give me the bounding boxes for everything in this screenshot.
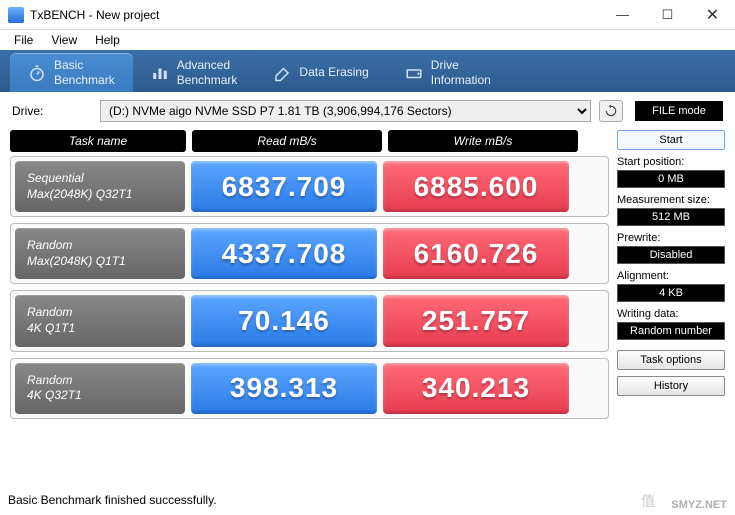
align-value[interactable]: 4 KB bbox=[617, 284, 725, 302]
startpos-label: Start position: bbox=[617, 156, 725, 168]
minimize-button[interactable]: — bbox=[600, 0, 645, 30]
read-value: 398.313 bbox=[191, 363, 377, 414]
msize-label: Measurement size: bbox=[617, 194, 725, 206]
status-text: Basic Benchmark finished successfully. bbox=[8, 493, 217, 507]
tab-data-erasing[interactable]: Data Erasing bbox=[255, 53, 386, 92]
drive-select[interactable]: (D:) NVMe aigo NVMe SSD P7 1.81 TB (3,90… bbox=[100, 100, 591, 122]
app-icon bbox=[8, 7, 24, 23]
write-value: 6160.726 bbox=[383, 228, 569, 279]
read-value: 4337.708 bbox=[191, 228, 377, 279]
start-button[interactable]: Start bbox=[617, 130, 725, 150]
table-row: Random4K Q32T1 398.313 340.213 bbox=[10, 358, 609, 419]
prewrite-value[interactable]: Disabled bbox=[617, 246, 725, 264]
table-row: RandomMax(2048K) Q1T1 4337.708 6160.726 bbox=[10, 223, 609, 284]
drive-row: Drive: (D:) NVMe aigo NVMe SSD P7 1.81 T… bbox=[0, 92, 735, 130]
msize-value[interactable]: 512 MB bbox=[617, 208, 725, 226]
watermark-text: SMYZ.NET bbox=[671, 499, 727, 511]
write-value: 340.213 bbox=[383, 363, 569, 414]
menubar: File View Help bbox=[0, 30, 735, 50]
read-value: 70.146 bbox=[191, 295, 377, 346]
drive-label: Drive: bbox=[12, 104, 92, 118]
startpos-value[interactable]: 0 MB bbox=[617, 170, 725, 188]
table-row: SequentialMax(2048K) Q32T1 6837.709 6885… bbox=[10, 156, 609, 217]
align-label: Alignment: bbox=[617, 270, 725, 282]
results-panel: Task name Read mB/s Write mB/s Sequentia… bbox=[10, 130, 609, 425]
table-row: Random4K Q1T1 70.146 251.757 bbox=[10, 290, 609, 351]
header-read: Read mB/s bbox=[192, 130, 382, 152]
tab-label: Advanced Benchmark bbox=[177, 58, 238, 87]
bars-icon bbox=[151, 64, 169, 82]
side-panel: Start Start position: 0 MB Measurement s… bbox=[617, 130, 725, 425]
wdata-label: Writing data: bbox=[617, 308, 725, 320]
tabbar: Basic Benchmark Advanced Benchmark Data … bbox=[0, 50, 735, 92]
task-options-button[interactable]: Task options bbox=[617, 350, 725, 370]
read-value: 6837.709 bbox=[191, 161, 377, 212]
task-name: Random4K Q1T1 bbox=[15, 295, 185, 346]
write-value: 6885.600 bbox=[383, 161, 569, 212]
window-title: TxBENCH - New project bbox=[30, 8, 600, 22]
maximize-button[interactable]: ☐ bbox=[645, 0, 690, 30]
task-name: SequentialMax(2048K) Q32T1 bbox=[15, 161, 185, 212]
prewrite-label: Prewrite: bbox=[617, 232, 725, 244]
menu-view[interactable]: View bbox=[43, 31, 85, 49]
history-button[interactable]: History bbox=[617, 376, 725, 396]
eraser-icon bbox=[273, 64, 291, 82]
refresh-icon bbox=[604, 104, 618, 118]
tab-label: Data Erasing bbox=[299, 65, 368, 79]
tab-drive-information[interactable]: Drive Information bbox=[387, 53, 509, 92]
close-button[interactable]: ✕ bbox=[690, 0, 735, 30]
drive-icon bbox=[405, 64, 423, 82]
tab-label: Basic Benchmark bbox=[54, 58, 115, 87]
titlebar: TxBENCH - New project — ☐ ✕ bbox=[0, 0, 735, 30]
wdata-value[interactable]: Random number bbox=[617, 322, 725, 340]
stopwatch-icon bbox=[28, 64, 46, 82]
reload-button[interactable] bbox=[599, 100, 623, 122]
header-task: Task name bbox=[10, 130, 186, 152]
tab-basic-benchmark[interactable]: Basic Benchmark bbox=[10, 53, 133, 92]
filemode-indicator: FILE mode bbox=[635, 101, 723, 121]
watermark-logo: 值 bbox=[641, 491, 655, 511]
menu-file[interactable]: File bbox=[6, 31, 41, 49]
task-name: Random4K Q32T1 bbox=[15, 363, 185, 414]
task-name: RandomMax(2048K) Q1T1 bbox=[15, 228, 185, 279]
write-value: 251.757 bbox=[383, 295, 569, 346]
tab-label: Drive Information bbox=[431, 58, 491, 87]
menu-help[interactable]: Help bbox=[87, 31, 128, 49]
header-write: Write mB/s bbox=[388, 130, 578, 152]
tab-advanced-benchmark[interactable]: Advanced Benchmark bbox=[133, 53, 256, 92]
